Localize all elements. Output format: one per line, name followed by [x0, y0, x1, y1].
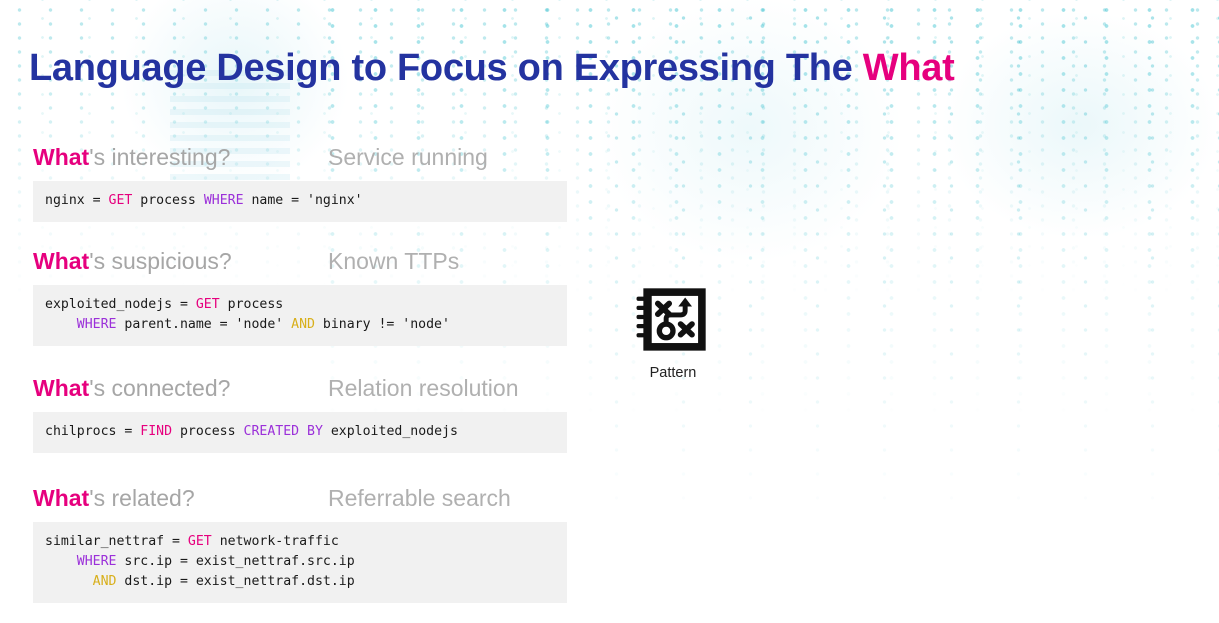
slide-canvas: Language Design to Focus on Expressing T… — [0, 0, 1219, 623]
qa-heading-rest: 's interesting? — [89, 144, 231, 170]
code-token: exploited_nodejs — [322, 424, 458, 439]
qa-tag-label: Referrable search — [328, 485, 511, 511]
code-keyword-get: GET — [108, 193, 133, 208]
code-keyword-find: FIND — [140, 424, 173, 439]
background-smudge — [940, 10, 1219, 240]
qa-heading: What's related? Referrable search — [33, 483, 633, 513]
qa-heading-rest: 's connected? — [89, 375, 231, 401]
code-token: nginx = — [45, 193, 109, 208]
code-keyword-get: GET — [187, 534, 212, 549]
code-line: chilprocs = FIND process CREATED BY expl… — [45, 424, 458, 439]
code-token: process — [132, 193, 204, 208]
code-token: similar_nettraf = — [45, 534, 188, 549]
page-title-main: Language Design to Focus on Expressing T… — [29, 47, 863, 90]
code-line: exploited_nodejs = GET process — [45, 297, 283, 312]
code-token: dst.ip = exist_nettraf.dst.ip — [116, 574, 355, 589]
code-line: AND dst.ip = exist_nettraf.dst.ip — [45, 574, 355, 589]
code-token: process — [219, 297, 284, 312]
code-line: WHERE parent.name = 'node' AND binary !=… — [45, 317, 450, 332]
qa-heading-rest: 's suspicious? — [89, 248, 232, 274]
code-block[interactable]: nginx = GET process WHERE name = 'nginx' — [33, 181, 567, 222]
background-smudge — [600, 0, 900, 260]
code-line: WHERE src.ip = exist_nettraf.src.ip — [45, 554, 355, 569]
qa-section-suspicious: What's suspicious? Known TTPs exploited_… — [33, 246, 633, 346]
code-token: process — [172, 424, 244, 439]
code-token: network-traffic — [211, 534, 339, 549]
code-keyword-created-by: CREATED BY — [243, 424, 323, 439]
strategy-playbook-icon — [636, 288, 706, 351]
qa-heading-what: What — [33, 375, 90, 401]
qa-section-interesting: What's interesting? Service running ngin… — [33, 142, 633, 222]
code-keyword-where: WHERE — [203, 193, 244, 208]
qa-heading-rest: 's related? — [89, 485, 195, 511]
code-block[interactable]: similar_nettraf = GET network-traffic WH… — [33, 522, 567, 603]
qa-heading: What's connected? Relation resolution — [33, 373, 633, 403]
qa-tag-label: Service running — [328, 144, 488, 170]
pattern-widget: Pattern — [630, 283, 716, 381]
page-title-accent: What — [862, 47, 955, 90]
qa-heading-what: What — [33, 248, 90, 274]
code-line: nginx = GET process WHERE name = 'nginx' — [45, 193, 363, 208]
code-token: chilprocs = — [45, 424, 141, 439]
pattern-label: Pattern — [649, 365, 697, 381]
qa-heading: What's interesting? Service running — [33, 142, 633, 172]
code-token: name = 'nginx' — [243, 193, 363, 208]
qa-tag-label: Known TTPs — [328, 248, 460, 274]
code-token: src.ip = exist_nettraf.src.ip — [116, 554, 355, 569]
code-keyword-get: GET — [195, 297, 220, 312]
code-token: parent.name = 'node' — [116, 317, 292, 332]
qa-heading-what: What — [33, 485, 90, 511]
code-keyword-where: WHERE — [76, 554, 117, 569]
code-block[interactable]: exploited_nodejs = GET process WHERE par… — [33, 285, 567, 346]
code-block[interactable]: chilprocs = FIND process CREATED BY expl… — [33, 412, 567, 453]
code-token: exploited_nodejs = — [45, 297, 196, 312]
code-line: similar_nettraf = GET network-traffic — [45, 534, 339, 549]
code-keyword-where: WHERE — [76, 317, 117, 332]
code-keyword-and: AND — [291, 317, 315, 332]
qa-heading-what: What — [33, 144, 90, 170]
code-keyword-and: AND — [92, 574, 117, 589]
qa-section-connected: What's connected? Relation resolution ch… — [33, 373, 633, 453]
qa-section-related: What's related? Referrable search simila… — [33, 483, 633, 603]
page-title: Language Design to Focus on Expressing T… — [29, 47, 955, 91]
qa-tag-label: Relation resolution — [328, 375, 519, 401]
qa-heading: What's suspicious? Known TTPs — [33, 246, 633, 276]
code-token: binary != 'node' — [314, 317, 450, 332]
